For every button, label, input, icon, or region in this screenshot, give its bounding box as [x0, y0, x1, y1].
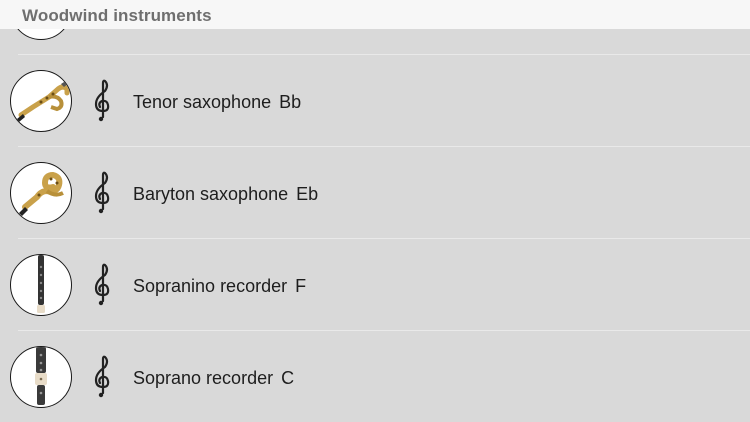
- list-item-sopranino-recorder[interactable]: Sopranino recorder F: [0, 239, 750, 331]
- treble-clef-icon: [92, 79, 112, 123]
- instrument-key: C: [281, 368, 295, 388]
- list-item-tenor-saxophone[interactable]: Tenor saxophone Bb: [0, 55, 750, 147]
- avatar-tenor-saxophone: [10, 70, 72, 132]
- section-header: Woodwind instruments: [0, 0, 750, 29]
- instrument-title: Baryton saxophone: [133, 184, 289, 204]
- instrument-title: Tenor saxophone: [133, 92, 272, 112]
- instrument-title: Sopranino recorder: [133, 276, 288, 296]
- list-item-baryton-saxophone[interactable]: Baryton saxophone Eb: [0, 147, 750, 239]
- treble-clef-icon: [92, 355, 112, 399]
- instrument-name: Soprano recorder C: [133, 368, 294, 389]
- baritone-saxophone-icon: [19, 171, 64, 216]
- avatar-soprano-recorder: [10, 346, 72, 408]
- instrument-name: Baryton saxophone Eb: [133, 184, 318, 205]
- instrument-name: Tenor saxophone Bb: [133, 92, 301, 113]
- list-item-soprano-recorder[interactable]: Soprano recorder C: [0, 331, 750, 422]
- instrument-key: F: [295, 276, 307, 296]
- treble-clef-icon: [92, 263, 112, 307]
- sopranino-recorder-icon: [37, 255, 45, 313]
- tenor-saxophone-icon: [17, 80, 70, 122]
- avatar-baryton-saxophone: [10, 162, 72, 224]
- treble-clef-icon: [92, 171, 112, 215]
- woodwind-screen: Tenor saxophone Bb Baryton saxophone Eb …: [0, 0, 750, 422]
- instrument-list[interactable]: Tenor saxophone Bb Baryton saxophone Eb …: [0, 0, 750, 422]
- soprano-recorder-icon: [35, 347, 47, 405]
- avatar-sopranino-recorder: [10, 254, 72, 316]
- instrument-key: Bb: [279, 92, 302, 112]
- instrument-name: Sopranino recorder F: [133, 276, 306, 297]
- instrument-key: Eb: [296, 184, 319, 204]
- section-title: Woodwind instruments: [22, 6, 212, 25]
- instrument-title: Soprano recorder: [133, 368, 274, 388]
